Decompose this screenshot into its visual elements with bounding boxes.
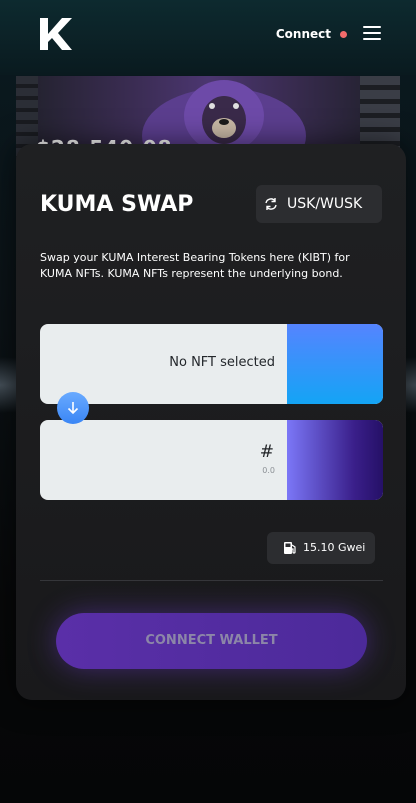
swap-description: Swap your KUMA Interest Bearing Tokens h…: [40, 251, 350, 280]
token-symbol: #: [259, 442, 274, 462]
arrow-down-icon: [67, 402, 79, 415]
token-art: [287, 420, 383, 500]
fuel-pump-icon: [284, 542, 296, 554]
nft-select-art[interactable]: [287, 324, 383, 404]
hamburger-menu-icon[interactable]: [363, 26, 381, 40]
connect-wallet-button[interactable]: CONNECT WALLET: [56, 613, 367, 669]
page: Connect $28,540.08 KUMA SWAP: [0, 0, 416, 803]
token-pair-button[interactable]: USK/WUSK: [256, 185, 382, 223]
top-header: Connect: [0, 0, 416, 75]
token-output-box[interactable]: # 0.0: [40, 420, 383, 500]
connection-status-dot: [340, 31, 347, 38]
divider: [40, 580, 383, 581]
connect-link[interactable]: Connect: [276, 26, 331, 42]
gas-price-badge: 15.10 Gwei: [267, 532, 375, 564]
page-title: KUMA SWAP: [40, 192, 194, 217]
nft-select-box[interactable]: No NFT selected: [40, 324, 383, 404]
swap-direction-button[interactable]: [57, 392, 89, 424]
refresh-icon: [265, 198, 277, 210]
token-amount: 0.0: [262, 466, 275, 475]
token-pair-label: USK/WUSK: [287, 196, 363, 212]
nft-status-text: No NFT selected: [169, 355, 275, 370]
gas-price-label: 15.10 Gwei: [303, 541, 366, 554]
kuma-swap-card: KUMA SWAP USK/WUSK Swap your KUMA Intere…: [16, 144, 406, 700]
kuma-logo-icon[interactable]: [38, 16, 74, 52]
